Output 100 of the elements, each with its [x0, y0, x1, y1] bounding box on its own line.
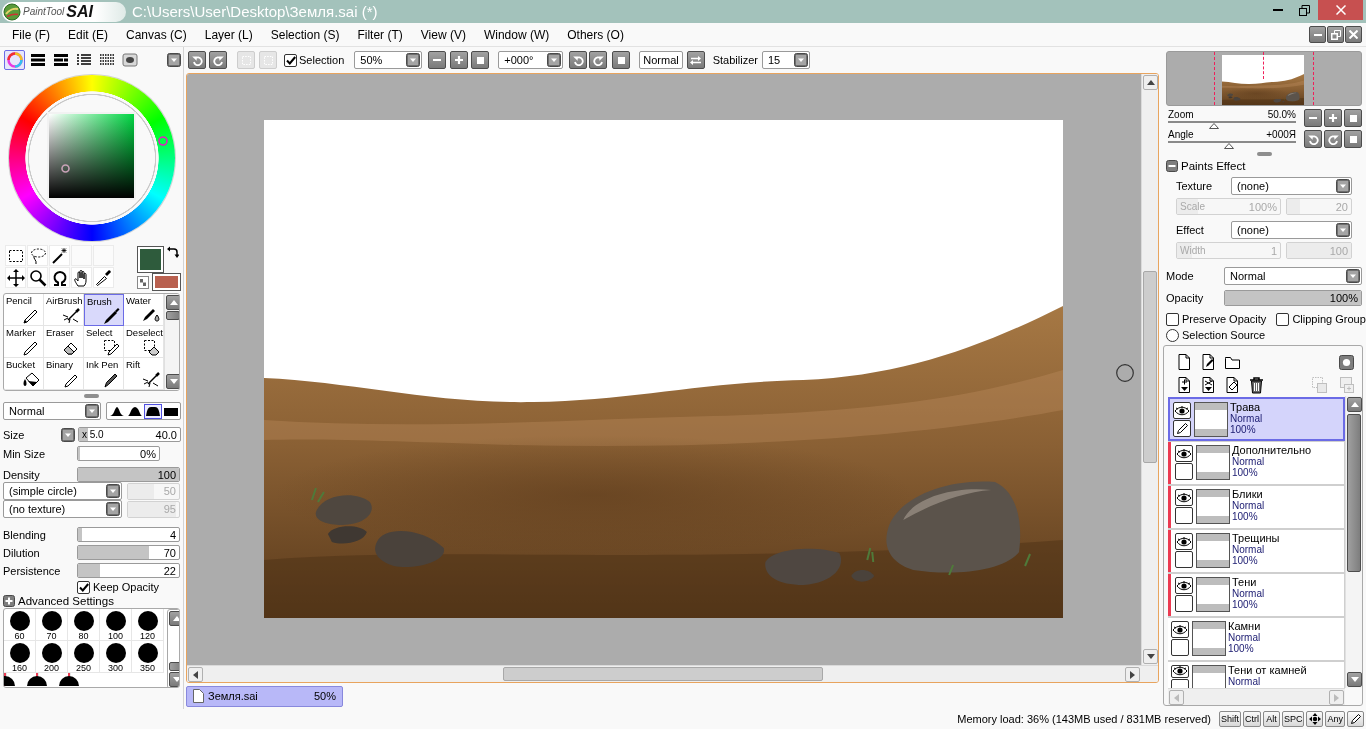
brush-preset[interactable]: 70: [36, 609, 68, 641]
rotate-left-button[interactable]: [1304, 130, 1322, 148]
tool-button[interactable]: Eraser: [44, 326, 84, 358]
splitter-handle[interactable]: [84, 394, 99, 398]
flip-button[interactable]: [686, 51, 705, 69]
rotate-left-button[interactable]: [569, 51, 588, 69]
zoom-in-button[interactable]: [450, 51, 469, 69]
brush-preset[interactable]: 120: [132, 609, 164, 641]
min-size-slider[interactable]: 0%: [77, 446, 160, 461]
menu-item[interactable]: Filter (T): [353, 25, 407, 44]
eyedropper-button[interactable]: [93, 267, 114, 288]
caret-icon[interactable]: [61, 427, 75, 442]
primary-color-swatch[interactable]: [137, 246, 164, 273]
rotate-tool-button[interactable]: [49, 267, 70, 288]
layer-row[interactable]: Тени от камней Normal: [1168, 661, 1345, 688]
color-mode-tab[interactable]: [4, 50, 25, 70]
scrollbar[interactable]: [1141, 74, 1158, 665]
brush-preset[interactable]: 160: [4, 641, 36, 673]
tool-button[interactable]: Bucket: [4, 358, 44, 390]
zoom-in-button[interactable]: [1324, 109, 1342, 127]
scroll-down-button[interactable]: [1347, 672, 1362, 687]
move-button[interactable]: [5, 267, 26, 288]
rotate-right-button[interactable]: [1324, 130, 1342, 148]
secondary-color-swatch[interactable]: [152, 273, 181, 291]
layer-mode-dropdown[interactable]: Normal: [1224, 267, 1362, 285]
tool-button[interactable]: Marker: [4, 326, 44, 358]
effect-dropdown[interactable]: (none): [1231, 221, 1352, 239]
blend-mode-dropdown[interactable]: Normal: [3, 402, 101, 420]
visibility-toggle[interactable]: [1175, 489, 1193, 506]
layer-row[interactable]: Трещины Normal 100%: [1168, 529, 1345, 573]
page-eraser-icon[interactable]: [1224, 375, 1241, 394]
tool-button[interactable]: Select: [84, 326, 124, 358]
circle-button-icon[interactable]: [1338, 352, 1355, 371]
visibility-toggle[interactable]: [1173, 402, 1191, 419]
rotate-right-button[interactable]: [589, 51, 608, 69]
scroll-thumb[interactable]: [166, 311, 179, 320]
menu-item[interactable]: Edit (E): [64, 25, 112, 44]
checkbox[interactable]: [284, 53, 297, 67]
edit-toggle[interactable]: [1173, 420, 1191, 437]
visibility-toggle[interactable]: [1175, 445, 1193, 462]
scroll-up-button[interactable]: [1347, 397, 1362, 412]
lasso-button[interactable]: [27, 245, 48, 266]
checkbox[interactable]: [1166, 312, 1179, 326]
color-mode-tab[interactable]: [119, 50, 140, 70]
size-slider[interactable]: x 5.0 40.0: [78, 427, 181, 442]
scroll-thumb[interactable]: [1143, 271, 1157, 463]
zoom-reset-button[interactable]: [471, 51, 490, 69]
rotation-reset-button[interactable]: [1344, 130, 1362, 148]
expand-icon[interactable]: [3, 595, 15, 607]
scroll-up-button[interactable]: [166, 295, 179, 310]
menu-item[interactable]: Selection (S): [266, 25, 344, 44]
page-plus-arrow-icon[interactable]: [1176, 375, 1193, 394]
trash-icon[interactable]: [1248, 375, 1265, 394]
angle-dropdown[interactable]: +000°: [498, 51, 564, 69]
visibility-toggle[interactable]: [1171, 665, 1189, 678]
visibility-toggle[interactable]: [1171, 621, 1189, 638]
tool-button[interactable]: Ink Pen: [84, 358, 124, 390]
brush-preset[interactable]: 350: [132, 641, 164, 673]
layer-row[interactable]: Дополнительно Normal 100%: [1168, 441, 1345, 485]
zoom-out-button[interactable]: [428, 51, 447, 69]
setting-slider[interactable]: 70: [77, 545, 180, 560]
zoom-reset-button[interactable]: [1344, 109, 1362, 127]
slider-thumb[interactable]: [1209, 123, 1220, 129]
menu-item[interactable]: File (F): [8, 25, 54, 44]
menu-item[interactable]: Others (O): [563, 25, 628, 44]
document-tab[interactable]: Земля.sai 50%: [186, 685, 343, 707]
zoom-tool-button[interactable]: [27, 267, 48, 288]
opacity-slider[interactable]: 100%: [1224, 290, 1362, 306]
section-title[interactable]: Paints Effect: [1181, 160, 1246, 172]
view-mode-button[interactable]: Normal: [639, 51, 683, 69]
scroll-thumb[interactable]: [1347, 414, 1361, 572]
setting-slider[interactable]: 4: [77, 527, 180, 542]
splitter-handle[interactable]: [1256, 152, 1272, 156]
tool-button[interactable]: Pencil: [4, 294, 44, 326]
tool-button[interactable]: Binary: [44, 358, 84, 390]
edit-toggle[interactable]: [1171, 678, 1189, 688]
angle-slider[interactable]: [1168, 141, 1296, 149]
navigator-preview[interactable]: [1166, 51, 1362, 106]
layer-row[interactable]: Трава Normal 100%: [1168, 397, 1345, 441]
radio-button[interactable]: [1166, 328, 1179, 342]
rectangle-select-button[interactable]: [5, 245, 26, 266]
zoom-slider[interactable]: [1168, 121, 1296, 129]
document-close-button[interactable]: [1345, 26, 1362, 43]
checkbox[interactable]: [77, 580, 90, 594]
magic-wand-button[interactable]: [49, 245, 70, 266]
edit-toggle[interactable]: [1175, 595, 1193, 612]
saturation-value-square[interactable]: [47, 112, 136, 200]
visibility-toggle[interactable]: [1175, 533, 1193, 550]
redo-button[interactable]: [209, 51, 227, 69]
scrollbar[interactable]: [187, 665, 1158, 682]
swap-arrow-icon[interactable]: [167, 246, 179, 258]
slider-thumb[interactable]: [1224, 143, 1235, 149]
edit-toggle[interactable]: [1175, 463, 1193, 480]
edit-toggle[interactable]: [1175, 551, 1193, 568]
caret-icon[interactable]: [167, 53, 181, 67]
brush-preset[interactable]: 100: [100, 609, 132, 641]
undo-button[interactable]: [188, 51, 206, 69]
layer-row[interactable]: Камни Normal 100%: [1168, 617, 1345, 661]
visibility-toggle[interactable]: [1175, 577, 1193, 594]
effect-dropdown[interactable]: (none): [1231, 177, 1352, 195]
